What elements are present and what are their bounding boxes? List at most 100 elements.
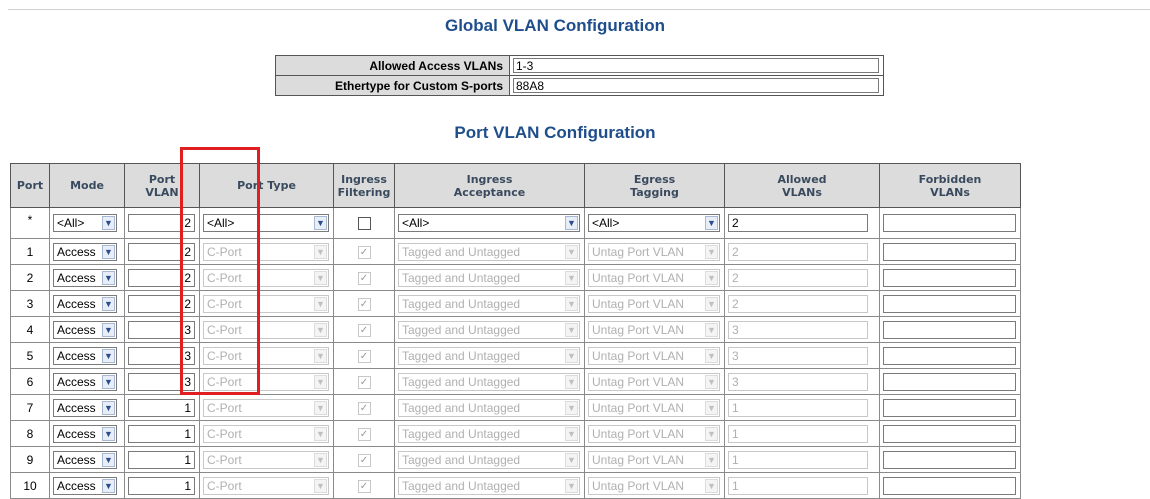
forbidden-vlans-input[interactable] — [883, 268, 1016, 287]
ingress-filtering-checkbox[interactable]: ✓ — [357, 453, 371, 467]
forbidden-vlans-input[interactable] — [883, 242, 1016, 261]
forbidden-vlans-input[interactable] — [883, 294, 1016, 313]
ingress-filtering-checkbox[interactable]: ✓ — [357, 479, 371, 493]
egress-tagging-select[interactable]: Untag Port VLAN ▼ — [588, 268, 720, 287]
port-type-select[interactable]: C-Port ▼ — [203, 346, 329, 365]
port-vlan-input[interactable]: 3 — [128, 346, 195, 365]
chevron-down-icon: ▼ — [705, 270, 718, 285]
port-type-select[interactable]: C-Port ▼ — [203, 242, 329, 261]
port-type-select[interactable]: C-Port ▼ — [203, 294, 329, 313]
forbidden-vlans-input[interactable] — [883, 214, 1016, 232]
forbidden-vlans-input[interactable] — [883, 346, 1016, 365]
ingress-filtering-checkbox[interactable] — [357, 217, 371, 231]
egress-tagging-select[interactable]: Untag Port VLAN ▼ — [588, 450, 720, 469]
ingress-filtering-checkbox[interactable]: ✓ — [357, 427, 371, 441]
mode-select[interactable]: Access ▼ — [53, 320, 117, 339]
chevron-down-icon: ▼ — [314, 296, 327, 311]
ingress-acceptance-select[interactable]: Tagged and Untagged ▼ — [398, 242, 580, 261]
chevron-down-icon: ▼ — [705, 348, 718, 363]
ingress-filtering-checkbox[interactable]: ✓ — [357, 375, 371, 389]
forbidden-vlans-input[interactable] — [883, 372, 1016, 391]
allowed-vlans-input[interactable]: 3 — [728, 372, 868, 391]
egress-tagging-select[interactable]: Untag Port VLAN ▼ — [588, 294, 720, 313]
col-header-mode: Mode — [49, 163, 125, 208]
mode-select[interactable]: Access ▼ — [53, 346, 117, 365]
ingress-acceptance-select[interactable]: Tagged and Untagged ▼ — [398, 268, 580, 287]
allowed-vlans-input[interactable]: 2 — [728, 214, 868, 232]
port-vlan-input[interactable]: 1 — [128, 398, 195, 417]
forbidden-vlans-input[interactable] — [883, 320, 1016, 339]
forbidden-vlans-input[interactable] — [883, 424, 1016, 443]
port-type-select[interactable]: <All> ▼ — [203, 214, 329, 232]
ingress-acceptance-select[interactable]: Tagged and Untagged ▼ — [398, 450, 580, 469]
ingress-filtering-checkbox[interactable]: ✓ — [357, 323, 371, 337]
mode-select[interactable]: Access ▼ — [53, 424, 117, 443]
mode-select[interactable]: Access ▼ — [53, 294, 117, 313]
ingress-filtering-checkbox[interactable]: ✓ — [357, 245, 371, 259]
egress-tagging-select[interactable]: Untag Port VLAN ▼ — [588, 242, 720, 261]
port-row: 5 Access ▼ 3 C-Port ▼ ✓ Tagged and Untagged ▼ Unt… — [10, 342, 1021, 369]
allowed-vlans-input[interactable]: 2 — [728, 242, 868, 261]
mode-select[interactable]: <All> ▼ — [53, 214, 117, 232]
port-type-select[interactable]: C-Port ▼ — [203, 398, 329, 417]
port-type-select[interactable]: C-Port ▼ — [203, 320, 329, 339]
ethertype-input[interactable] — [513, 78, 879, 93]
ingress-filtering-checkbox[interactable]: ✓ — [357, 297, 371, 311]
chevron-down-icon: ▼ — [102, 374, 115, 389]
port-vlan-input[interactable]: 3 — [128, 320, 195, 339]
allowed-vlans-input[interactable]: 1 — [728, 424, 868, 443]
port-vlan-input[interactable]: 3 — [128, 372, 195, 391]
allowed-vlans-input[interactable]: 2 — [728, 294, 868, 313]
egress-tagging-select[interactable]: Untag Port VLAN ▼ — [588, 424, 720, 443]
egress-tagging-select[interactable]: <All> ▼ — [588, 214, 720, 232]
ingress-acceptance-select[interactable]: Tagged and Untagged ▼ — [398, 294, 580, 313]
ingress-filtering-checkbox[interactable]: ✓ — [357, 271, 371, 285]
ingress-acceptance-select[interactable]: Tagged and Untagged ▼ — [398, 346, 580, 365]
port-number: 8 — [10, 420, 50, 447]
port-type-select[interactable]: C-Port ▼ — [203, 424, 329, 443]
port-vlan-input[interactable]: 2 — [128, 294, 195, 313]
ingress-filtering-checkbox[interactable]: ✓ — [357, 401, 371, 415]
port-row: 3 Access ▼ 2 C-Port ▼ ✓ Tagged and Untagged ▼ Unt… — [10, 290, 1021, 317]
allowed-vlans-input[interactable]: 3 — [728, 346, 868, 365]
allowed-access-vlans-input[interactable] — [513, 58, 879, 73]
port-vlan-input[interactable]: 2 — [128, 242, 195, 261]
mode-select[interactable]: Access ▼ — [53, 372, 117, 391]
egress-tagging-select[interactable]: Untag Port VLAN ▼ — [588, 372, 720, 391]
ingress-acceptance-select[interactable]: Tagged and Untagged ▼ — [398, 320, 580, 339]
allowed-vlans-input[interactable]: 1 — [728, 398, 868, 417]
egress-tagging-select[interactable]: Untag Port VLAN ▼ — [588, 346, 720, 365]
checkmark-icon: ✓ — [359, 272, 369, 284]
chevron-down-icon: ▼ — [705, 296, 718, 311]
port-vlan-input[interactable]: 1 — [128, 450, 195, 469]
allowed-access-vlans-label: Allowed Access VLANs — [275, 55, 510, 76]
egress-tagging-select[interactable]: Untag Port VLAN ▼ — [588, 398, 720, 417]
ingress-acceptance-select[interactable]: Tagged and Untagged ▼ — [398, 372, 580, 391]
chevron-down-icon: ▼ — [102, 348, 115, 363]
ingress-filtering-checkbox[interactable]: ✓ — [357, 349, 371, 363]
forbidden-vlans-input[interactable] — [883, 450, 1016, 469]
port-vlan-input[interactable]: 2 — [128, 214, 195, 232]
ingress-acceptance-select[interactable]: Tagged and Untagged ▼ — [398, 398, 580, 417]
port-vlan-input[interactable]: 1 — [128, 424, 195, 443]
mode-select[interactable]: Access ▼ — [53, 242, 117, 261]
allowed-vlans-input[interactable]: 3 — [728, 320, 868, 339]
port-type-select[interactable]: C-Port ▼ — [203, 268, 329, 287]
port-vlan-input[interactable]: 2 — [128, 268, 195, 287]
col-header-ingress-filtering: Ingress Filtering — [333, 163, 395, 208]
port-number: 7 — [10, 394, 50, 421]
port-type-select[interactable]: C-Port ▼ — [203, 372, 329, 391]
allowed-vlans-input[interactable]: 1 — [728, 450, 868, 469]
egress-tagging-select[interactable]: Untag Port VLAN ▼ — [588, 320, 720, 339]
mode-select[interactable]: Access ▼ — [53, 398, 117, 417]
port-row: 9 Access ▼ 1 C-Port ▼ ✓ Tagged and Untagged ▼ Unt… — [10, 446, 1021, 473]
chevron-down-icon: ▼ — [565, 452, 578, 467]
allowed-vlans-input[interactable]: 2 — [728, 268, 868, 287]
col-header-port-vlan: Port VLAN — [124, 163, 200, 208]
mode-select[interactable]: Access ▼ — [53, 450, 117, 469]
forbidden-vlans-input[interactable] — [883, 398, 1016, 417]
ingress-acceptance-select[interactable]: Tagged and Untagged ▼ — [398, 424, 580, 443]
ingress-acceptance-select[interactable]: <All> ▼ — [398, 214, 580, 232]
mode-select[interactable]: Access ▼ — [53, 268, 117, 287]
port-type-select[interactable]: C-Port ▼ — [203, 450, 329, 469]
